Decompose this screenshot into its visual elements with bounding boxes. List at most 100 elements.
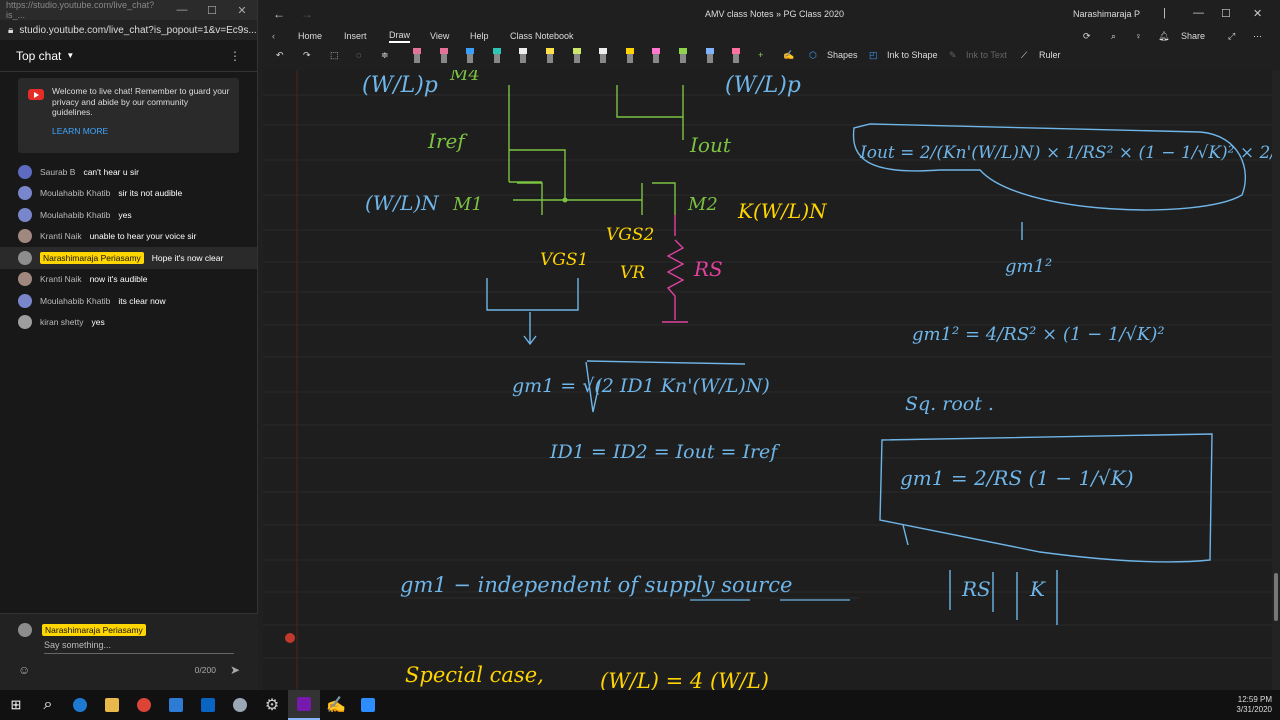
learn-more-link[interactable]: LEARN MORE xyxy=(52,126,231,136)
bell-icon[interactable]: 🔔︎ xyxy=(1158,31,1169,42)
chrome-icon-shape xyxy=(137,698,151,712)
undo-icon[interactable]: ↶ xyxy=(276,50,284,61)
system-clock[interactable]: 12:59 PM 3/31/2020 xyxy=(1236,695,1272,715)
pen-tool[interactable] xyxy=(413,48,421,64)
add-pen-icon[interactable]: + xyxy=(758,50,763,60)
scrollbar-thumb[interactable] xyxy=(1274,573,1278,621)
paint-icon[interactable] xyxy=(224,690,256,720)
pen-tool[interactable] xyxy=(572,48,581,64)
tab-help[interactable]: Help xyxy=(470,31,489,41)
pen-tool[interactable] xyxy=(519,48,528,64)
emoji-icon[interactable]: ☺ xyxy=(18,663,30,677)
maximize-button[interactable]: ☐ xyxy=(197,4,227,17)
pen-tool[interactable] xyxy=(625,48,634,64)
more-options-icon[interactable]: ⋯ xyxy=(1253,31,1262,42)
add-space-icon[interactable]: ≑ xyxy=(381,50,389,61)
pen-tool[interactable] xyxy=(439,48,448,64)
lasso-icon[interactable]: ◌ xyxy=(356,50,361,60)
pen-tool[interactable] xyxy=(492,48,501,64)
sync-icon[interactable]: ⟳ xyxy=(1083,31,1091,42)
window-title: AMV class Notes » PG Class 2020 xyxy=(705,9,845,19)
user-name[interactable]: Narashimaraja P xyxy=(1073,9,1140,19)
search-icon[interactable]: ⌕ xyxy=(32,690,64,720)
windows-logo-icon: ⊞ xyxy=(10,697,22,712)
tab-view[interactable]: View xyxy=(430,31,449,41)
ink-vgs2: VGS2 xyxy=(606,225,654,245)
shapes-button[interactable]: Shapes xyxy=(827,50,858,60)
close-button[interactable]: ✕ xyxy=(227,4,257,17)
ink-independent-note: gm1 − independent of supply source xyxy=(400,573,792,597)
cursor-pointer-icon xyxy=(285,633,295,643)
settings-icon[interactable]: ⚙ xyxy=(256,690,288,720)
share-button[interactable]: Share xyxy=(1181,31,1205,41)
touch-draw-icon[interactable]: ✍ xyxy=(783,50,794,61)
divider-icon: | xyxy=(1163,7,1166,19)
address-bar[interactable]: 🔒︎ studio.youtube.com/live_chat?is_popou… xyxy=(0,20,257,40)
file-explorer-icon[interactable] xyxy=(96,690,128,720)
pen-tool[interactable] xyxy=(546,48,554,64)
forward-arrow-icon[interactable]: → xyxy=(301,7,313,21)
tab-home[interactable]: Home xyxy=(298,31,322,41)
back-arrow-icon[interactable]: ← xyxy=(273,7,285,21)
maximize-button[interactable]: ☐ xyxy=(1221,7,1231,20)
outlook-icon-shape xyxy=(201,698,215,712)
minimize-button[interactable]: — xyxy=(167,4,197,17)
ink-m1-label: M1 xyxy=(452,194,483,215)
message-author: Saurab B xyxy=(40,166,76,177)
tab-insert[interactable]: Insert xyxy=(344,31,367,41)
more-options-icon[interactable]: ⋮ xyxy=(229,49,241,63)
chat-input-panel: Narashimaraja Periasamy Say something...… xyxy=(0,613,258,690)
minimize-button[interactable]: — xyxy=(1193,7,1204,19)
pen-tool[interactable] xyxy=(705,48,714,64)
pen-tool[interactable] xyxy=(599,48,608,64)
note-canvas[interactable]: (W/L)p M4 (W/L)p Iref Iout (W/L)N M1 M2 … xyxy=(263,70,1273,690)
select-icon[interactable]: ⬚ xyxy=(330,50,339,61)
chevron-down-icon[interactable]: ▼ xyxy=(66,51,74,60)
chat-message: kiran shetty yes xyxy=(0,312,257,334)
ink-to-shape-icon[interactable]: ◰ xyxy=(869,50,878,61)
ink-m4-label: M4 xyxy=(449,70,480,85)
chevron-left-icon[interactable]: ‹ xyxy=(272,31,275,41)
avatar xyxy=(18,164,32,179)
welcome-text: Welcome to live chat! Remember to guard … xyxy=(52,86,230,117)
ink-wl-p-left: (W/L)p xyxy=(362,73,438,98)
ink-vgs1: VGS1 xyxy=(540,250,588,270)
mail-icon[interactable] xyxy=(192,690,224,720)
shapes-icon[interactable]: ⬡ xyxy=(809,50,817,61)
pen-body xyxy=(680,54,686,63)
redo-icon[interactable]: ↷ xyxy=(303,50,311,61)
pen-tool[interactable] xyxy=(679,48,687,64)
message-text: can't hear u sir xyxy=(83,166,139,177)
chat-header: Top chat ▼ ⋮ xyxy=(0,40,257,72)
zoom-icon[interactable] xyxy=(352,690,384,720)
store-icon[interactable] xyxy=(160,690,192,720)
tab-class-notebook[interactable]: Class Notebook xyxy=(510,31,574,41)
top-chat-dropdown[interactable]: Top chat xyxy=(16,49,61,63)
close-button[interactable]: ✕ xyxy=(1253,7,1262,20)
onenote-icon[interactable] xyxy=(288,690,320,720)
ink-to-text-button: Ink to Text xyxy=(966,50,1007,60)
tab-draw[interactable]: Draw xyxy=(389,30,411,43)
pen-tool[interactable] xyxy=(466,48,475,64)
pen-tool[interactable] xyxy=(652,48,661,64)
start-button[interactable]: ⊞ xyxy=(0,690,32,720)
pen-tool[interactable] xyxy=(732,48,741,64)
edge-icon[interactable] xyxy=(64,690,96,720)
lightbulb-icon[interactable]: ♀ xyxy=(1135,31,1142,41)
send-icon[interactable]: ➤ xyxy=(230,663,240,677)
ink-drawing: (W/L)p M4 (W/L)p Iref Iout (W/L)N M1 M2 … xyxy=(263,70,1273,690)
avatar xyxy=(18,293,32,308)
vertical-scrollbar[interactable] xyxy=(1272,70,1280,690)
chat-input-field[interactable]: Say something... xyxy=(44,640,234,654)
writing-app-icon[interactable]: ✍ xyxy=(320,690,352,720)
chrome-icon[interactable] xyxy=(128,690,160,720)
ink-to-shape-button[interactable]: Ink to Shape xyxy=(887,50,938,60)
pen-body xyxy=(493,54,500,63)
ruler-button[interactable]: Ruler xyxy=(1039,50,1061,60)
ruler-icon[interactable]: ⟋ xyxy=(1021,50,1027,61)
ink-k-wl: K(W/L)N xyxy=(737,199,828,223)
chat-message: Moulahabib Khatib yes xyxy=(0,204,257,226)
avatar xyxy=(18,623,32,637)
search-icon[interactable]: ⌕ xyxy=(1111,31,1116,42)
expand-icon[interactable]: ⤢ xyxy=(1228,31,1235,42)
